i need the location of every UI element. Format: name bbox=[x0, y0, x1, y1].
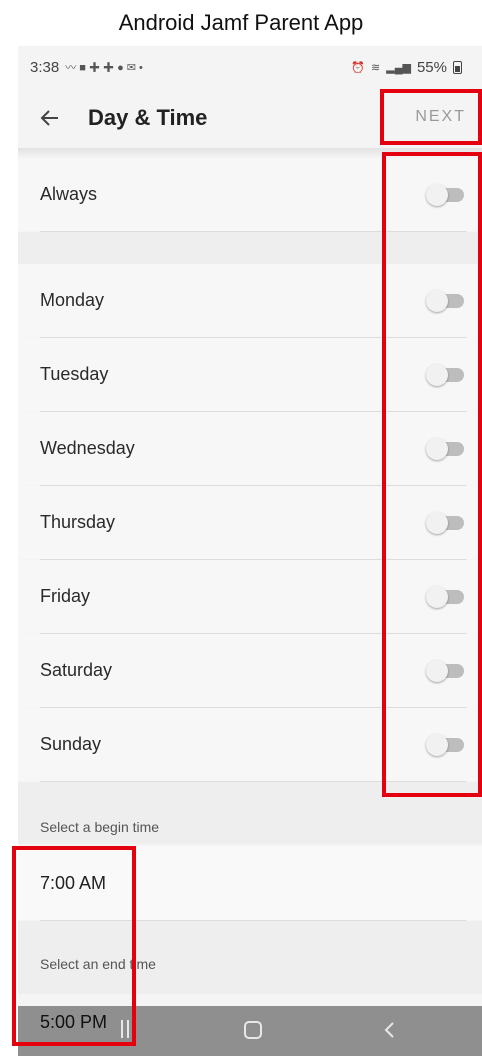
day-label: Monday bbox=[40, 290, 105, 310]
image-caption: Android Jamf Parent App bbox=[0, 0, 482, 46]
wifi-icon: ≋ bbox=[371, 61, 381, 74]
day-label: Friday bbox=[40, 586, 91, 606]
status-right: ⏰ ≋ ▂▄▆ 55% bbox=[351, 59, 462, 76]
back-arrow-icon[interactable] bbox=[32, 100, 68, 136]
day-label: Sunday bbox=[40, 734, 102, 754]
highlight-toggles bbox=[382, 152, 482, 797]
alarm-icon: ⏰ bbox=[351, 61, 366, 74]
status-bar: 3:38 〰 ■ ✚ ✚ ● ✉ • ⏰ ≋ ▂▄▆ 55% bbox=[18, 46, 482, 88]
day-label: Tuesday bbox=[40, 364, 109, 384]
page-title: Day & Time bbox=[88, 105, 208, 130]
status-time: 3:38 bbox=[30, 58, 60, 76]
begin-time-label: Select a begin time bbox=[40, 819, 160, 835]
day-label: Saturday bbox=[40, 660, 113, 680]
highlight-next-button bbox=[380, 89, 482, 145]
notification-icons: 〰 ■ ✚ ✚ ● ✉ • bbox=[65, 62, 143, 74]
day-label: Thursday bbox=[40, 512, 116, 532]
always-label: Always bbox=[40, 184, 98, 204]
day-label: Wednesday bbox=[40, 438, 135, 458]
signal-icon: ▂▄▆ bbox=[386, 61, 411, 74]
battery-icon bbox=[453, 60, 462, 74]
status-left: 3:38 〰 ■ ✚ ✚ ● ✉ • bbox=[30, 59, 143, 76]
highlight-time-pickers bbox=[12, 846, 136, 1046]
battery-percent: 55% bbox=[416, 58, 447, 76]
